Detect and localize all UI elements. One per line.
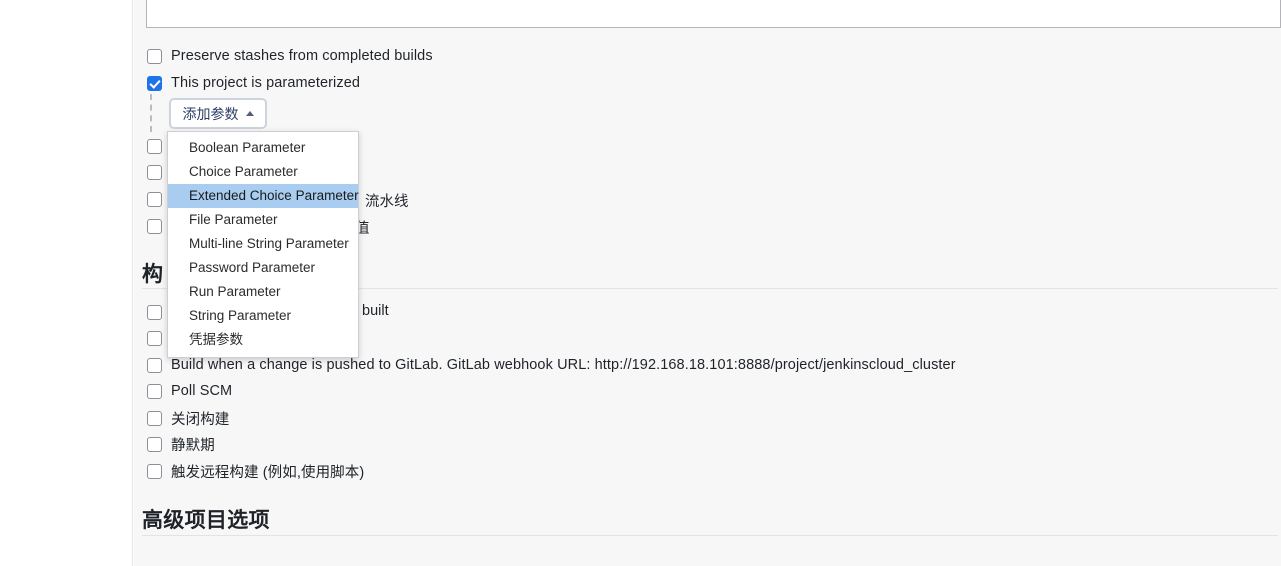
checkbox-row-disable-build[interactable]: 关闭构建 [147,408,229,428]
poll-scm-label: Poll SCM [171,383,233,399]
remote-trigger-checkbox[interactable] [147,463,162,479]
dropdown-item-string-parameter[interactable]: String Parameter [168,304,358,328]
build-triggers-heading: 构 [142,263,164,286]
trigger-checkbox-1[interactable] [147,304,162,320]
dropdown-item-file-parameter[interactable]: File Parameter [168,208,358,232]
left-gutter [0,0,133,566]
checkbox-row-project-parameterized[interactable]: This project is parameterized [147,73,360,93]
disable-build-checkbox[interactable] [147,410,162,426]
disable-build-label: 关闭构建 [171,411,230,428]
trigger-text-1: built [362,303,389,319]
trigger-checkbox-2[interactable] [147,330,162,346]
dropdown-item-run-parameter[interactable]: Run Parameter [168,280,358,304]
preserve-stashes-label: Preserve stashes from completed builds [171,48,433,64]
preserve-stashes-checkbox[interactable] [147,48,162,64]
quiet-period-label: 静默期 [171,437,215,454]
gitlab-push-label: Build when a change is pushed to GitLab.… [171,357,956,373]
dropdown-item-boolean-parameter[interactable]: Boolean Parameter [168,136,358,160]
dropdown-item-password-parameter[interactable]: Password Parameter [168,256,358,280]
caret-up-icon [245,111,254,116]
checkbox-row-trigger-2[interactable] [147,328,162,348]
checkbox-row-quiet-period[interactable]: 静默期 [147,434,215,454]
parameter-type-dropdown[interactable]: Boolean Parameter Choice Parameter Exten… [167,131,359,358]
occluded-checkbox-4[interactable] [147,218,162,234]
configuration-content-pane: Preserve stashes from completed builds T… [134,0,1281,566]
page-root: Preserve stashes from completed builds T… [0,0,1281,566]
description-textarea[interactable] [146,0,1281,28]
checkbox-row-preserve-stashes[interactable]: Preserve stashes from completed builds [147,46,433,66]
remote-trigger-label: 触发远程构建 (例如,使用脚本) [171,464,365,481]
project-parameterized-checkbox[interactable] [147,75,162,91]
checkbox-row-trigger-1[interactable] [147,302,162,322]
checkbox-row-occluded-3[interactable] [147,189,162,209]
dropdown-item-multiline-string-parameter[interactable]: Multi-line String Parameter [168,232,358,256]
advanced-options-heading-rule [142,535,1278,536]
occluded-checkbox-1[interactable] [147,138,162,154]
occluded-checkbox-2[interactable] [147,164,162,180]
dropdown-item-extended-choice-parameter[interactable]: Extended Choice Parameter [168,184,359,208]
poll-scm-checkbox[interactable] [147,383,162,399]
dropdown-item-choice-parameter[interactable]: Choice Parameter [168,160,358,184]
occluded-checkbox-3[interactable] [147,191,162,207]
add-parameter-button[interactable]: 添加参数 [169,98,267,129]
advanced-options-heading: 高级项目选项 [142,509,270,532]
checkbox-row-occluded-4[interactable] [147,216,162,236]
quiet-period-checkbox[interactable] [147,436,162,452]
gitlab-push-checkbox[interactable] [147,357,162,373]
checkbox-row-poll-scm[interactable]: Poll SCM [147,381,232,401]
occluded-text-pipeline: 流水线 [365,194,409,210]
dropdown-item-credentials-parameter[interactable]: 凭据参数 [168,328,358,352]
checkbox-row-remote-trigger[interactable]: 触发远程构建 (例如,使用脚本) [147,461,364,481]
add-parameter-label: 添加参数 [182,105,239,122]
project-parameterized-label: This project is parameterized [171,75,361,91]
parameter-connector-line [150,94,152,132]
checkbox-row-gitlab-push[interactable]: Build when a change is pushed to GitLab.… [147,355,956,375]
